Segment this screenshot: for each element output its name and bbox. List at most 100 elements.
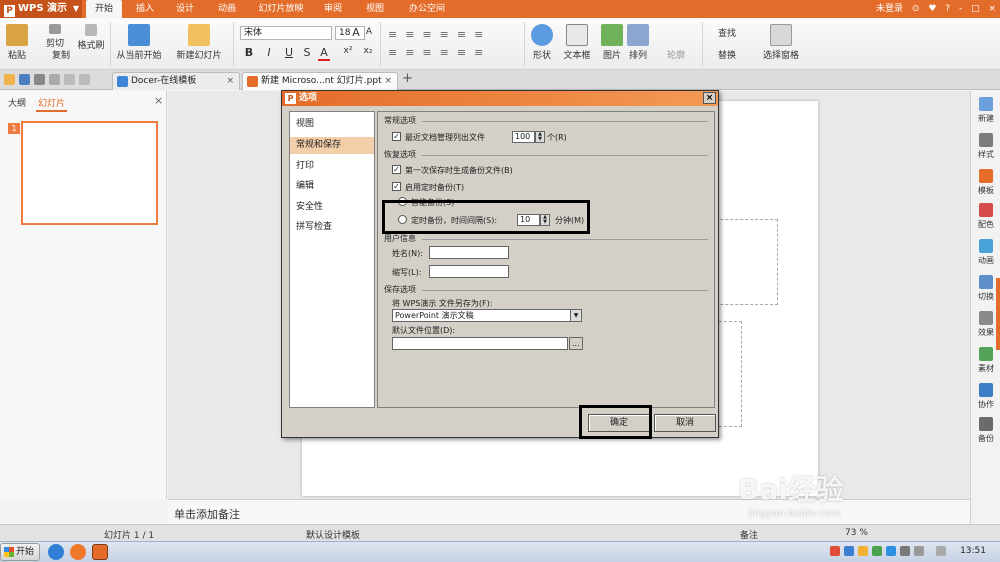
picture-button[interactable]: 图片 [600,24,624,61]
close-tab-icon[interactable]: × [226,73,234,90]
dialog-close-button[interactable]: × [703,92,716,104]
preview-icon[interactable] [49,74,60,85]
format-painter-button[interactable]: 格式刷 [76,24,106,51]
maximize-icon[interactable]: □ [971,4,980,14]
wps-taskbar-icon[interactable] [92,544,108,560]
shapes-button[interactable]: 形状 [528,24,556,61]
task-material-button[interactable]: 素材 [971,347,1000,374]
paragraph-tools[interactable]: ≡≡≡≡≡≡ [388,28,518,41]
recent-files-checkbox[interactable]: ✓ [392,132,401,141]
arrange-button[interactable]: 排列 [626,24,650,61]
skin-icon[interactable]: ⊙ [912,4,920,14]
task-color-button[interactable]: 配色 [971,203,1000,230]
minimize-icon[interactable]: - [959,4,962,14]
tray-icon[interactable] [858,546,868,556]
find-button[interactable]: 查找 [708,26,746,39]
browse-button[interactable]: ... [569,337,583,350]
italic-button[interactable]: I [264,46,274,59]
new-slide-button[interactable]: 新建幻灯片 [172,24,226,61]
play-from-current-button[interactable]: 从当前开始 [114,24,164,61]
task-template-button[interactable]: 模板 [971,169,1000,196]
tab-review[interactable]: 审阅 [318,0,348,18]
tab-insert[interactable]: 插入 [130,0,160,18]
help-icon[interactable]: ? [945,4,950,14]
underline-button[interactable]: U [284,46,294,59]
copy-button[interactable]: 复制 [46,48,76,61]
notes-toggle[interactable]: 备注 [740,528,758,541]
paste-button[interactable]: 粘贴 [4,24,30,61]
new-tab-icon[interactable]: + [402,71,413,86]
save-as-select[interactable]: PowerPoint 演示文稿 ▼ [392,309,582,322]
close-icon[interactable]: × [154,94,163,107]
smart-backup-radio[interactable] [398,197,407,206]
task-style-button[interactable]: 样式 [971,133,1000,160]
nav-edit[interactable]: 编辑 [290,178,374,195]
nav-security[interactable]: 安全性 [290,199,374,216]
tab-docer[interactable]: Docer-在线模板 × [112,72,240,90]
subscript-button[interactable]: x₂ [362,46,374,56]
start-button[interactable]: 开始 [0,543,40,561]
tab-office-space[interactable]: 办公空间 [404,0,450,18]
volume-icon[interactable] [914,546,924,556]
undo-icon[interactable] [64,74,75,85]
recent-files-spinner[interactable]: ▲ ▼ [535,131,545,143]
tab-outline[interactable]: 大纲 [6,95,28,110]
tray-icon[interactable] [830,546,840,556]
task-animation-button[interactable]: 动画 [971,239,1000,266]
replace-button[interactable]: 替换 [708,48,746,61]
shrink-font-button[interactable]: A [364,27,374,37]
nav-spellcheck[interactable]: 拼写检查 [290,219,374,236]
outline-button[interactable]: 轮廓 [658,48,694,61]
browser-icon[interactable] [70,544,86,560]
tray-icon[interactable] [872,546,882,556]
tab-presentation[interactable]: 新建 Microso...nt 幻灯片.ppt × [242,72,398,90]
tray-icon[interactable] [886,546,896,556]
print-icon[interactable] [34,74,45,85]
timed-backup-checkbox[interactable]: ✓ [392,182,401,191]
font-name-select[interactable]: 宋体 [240,26,332,40]
close-tab-icon[interactable]: × [384,73,392,90]
heart-icon[interactable]: ♥ [928,4,936,14]
nav-print[interactable]: 打印 [290,158,374,175]
network-icon[interactable] [936,546,946,556]
recent-files-input[interactable]: 100 [512,131,535,143]
backup-interval-spinner[interactable]: ▲ ▼ [540,214,550,226]
tab-home[interactable]: 开始 [86,0,122,18]
app-menu-button[interactable]: P WPS 演示 ▼ [0,0,82,18]
user-abbr-input[interactable] [429,265,509,278]
notes-pane[interactable]: 单击添加备注 [168,499,970,524]
tab-animation[interactable]: 动画 [212,0,242,18]
ie-icon[interactable] [48,544,64,560]
nav-general-save[interactable]: 常规和保存 [290,137,374,154]
login-link[interactable]: 未登录 [876,4,903,14]
task-collab-button[interactable]: 协作 [971,383,1000,410]
zoom-level[interactable]: 73 % [845,528,868,538]
tray-icon[interactable] [900,546,910,556]
interval-backup-radio[interactable] [398,215,407,224]
backup-interval-input[interactable]: 10 [517,214,540,226]
cut-button[interactable]: 剪切 [38,24,72,49]
ok-button[interactable]: 确定 [588,414,650,432]
default-path-input[interactable] [392,337,568,350]
nav-view[interactable]: 视图 [290,116,374,133]
font-color-button[interactable]: A [318,46,330,61]
task-new-button[interactable]: 新建 [971,97,1000,124]
tray-icon[interactable] [844,546,854,556]
close-icon[interactable]: × [988,4,996,14]
tab-view[interactable]: 视图 [360,0,390,18]
grow-font-button[interactable]: A [350,26,362,39]
superscript-button[interactable]: x² [342,46,354,56]
dialog-title-bar[interactable]: P 选项 × [282,91,718,106]
user-name-input[interactable] [429,246,509,259]
tab-design[interactable]: 设计 [170,0,200,18]
open-icon[interactable] [4,74,15,85]
task-backup-button[interactable]: 备份 [971,417,1000,444]
cancel-button[interactable]: 取消 [654,414,716,432]
alignment-tools[interactable]: ≡≡≡≡≡≡ [388,46,518,59]
redo-icon[interactable] [79,74,90,85]
save-icon[interactable] [19,74,30,85]
shadow-button[interactable]: S [302,46,312,59]
slide-thumbnail[interactable] [21,121,158,225]
backup-first-save-checkbox[interactable]: ✓ [392,165,401,174]
bold-button[interactable]: B [244,46,254,59]
